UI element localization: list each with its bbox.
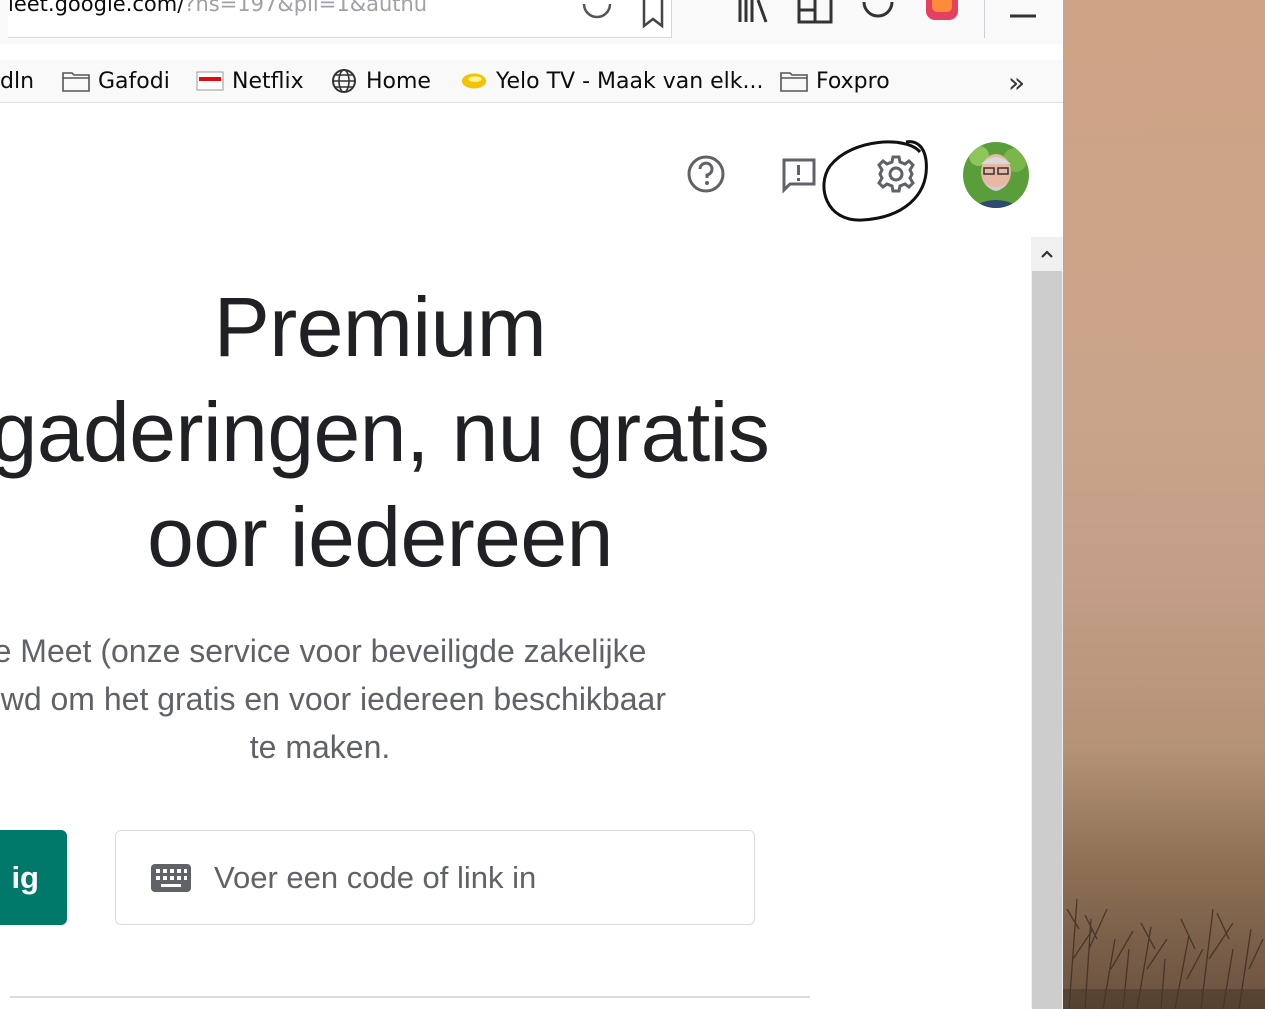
bookmark-label: Netflix [232,68,304,94]
url-query: ?hs=197&pli=1&authu [184,0,428,16]
instagram-icon[interactable] [922,0,962,34]
dry-grass-image [1063,898,1265,1009]
scrollbar[interactable] [1031,237,1063,1009]
globe-icon [330,69,358,93]
scrollbar-thumb[interactable] [1032,271,1062,1009]
sidebar-icon[interactable] [796,0,836,34]
library-icon[interactable] [736,0,776,34]
page-description: e Meet (onze service voor beveiligde zak… [0,633,666,765]
menu-icon[interactable] [1006,0,1046,34]
meeting-code-field[interactable] [115,830,755,925]
bookmark-yelo-tv[interactable]: Yelo TV - Maak van elk... [460,66,764,96]
bookmark-netflix[interactable]: Netflix [196,66,304,96]
folder-icon [62,69,90,93]
bookmark-label: Yelo TV - Maak van elk... [496,68,764,94]
bookmark-foxpro[interactable]: Foxpro [780,66,890,96]
netflix-icon [196,69,224,93]
feedback-icon[interactable] [772,148,824,200]
browser-window: ieet.google.com/?hs=197&pli=1&authu dln … [0,0,1063,1009]
bookmark-home[interactable]: Home [330,66,431,96]
url-bar[interactable]: ieet.google.com/?hs=197&pli=1&authu [8,0,672,38]
help-icon[interactable] [680,148,732,200]
bookmark-star-icon[interactable] [640,0,666,30]
scroll-up-arrow-icon[interactable] [1031,237,1063,271]
keyboard-icon [150,862,192,894]
bookmarks-overflow-button[interactable]: » [1008,66,1025,99]
meeting-code-input[interactable] [212,858,716,897]
bookmark-label: Gafodi [98,68,170,94]
bookmark-label: Foxpro [816,68,890,94]
bookmark-label: Home [366,68,431,94]
new-meeting-button[interactable]: ig [0,830,67,925]
page-title: Premium gaderingen, nu gratis oor iedere… [0,280,770,584]
avatar[interactable] [963,142,1029,208]
folder-icon [780,69,808,93]
url-main: ieet.google.com/ [8,0,185,16]
desktop-background [1063,0,1265,1009]
bookmark-dln[interactable]: dln [0,66,34,96]
sync-icon[interactable] [858,0,898,34]
reader-icon[interactable] [580,0,614,22]
bookmarks-toolbar: dln Gafodi Netflix Home Yelo TV - Maak v… [0,60,1063,103]
bookmark-label: dln [0,68,35,94]
toolbar: ieet.google.com/?hs=197&pli=1&authu [0,0,1063,44]
yelo-icon [460,69,488,93]
section-divider [10,996,810,998]
url-text: ieet.google.com/?hs=197&pli=1&authu [8,0,427,16]
bookmark-gafodi[interactable]: Gafodi [62,66,170,96]
toolbar-divider [984,0,985,38]
settings-icon[interactable] [870,148,922,200]
